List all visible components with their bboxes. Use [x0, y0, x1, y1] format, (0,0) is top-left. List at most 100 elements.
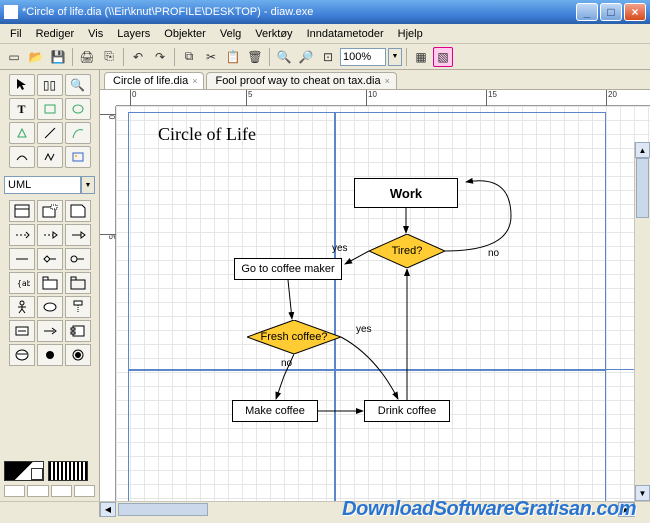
shape-constraint[interactable]: {ab}	[9, 272, 35, 294]
shape-end-state[interactable]	[65, 344, 91, 366]
undo-button[interactable]: ↶	[128, 47, 148, 67]
menu-view[interactable]: Vis	[82, 26, 109, 42]
menu-file[interactable]: Fil	[4, 26, 28, 42]
clipboard-icon: 📋	[226, 50, 241, 64]
window-titlebar: *Circle of life.dia (\\Eir\knut\PROFILE\…	[0, 0, 650, 24]
edge-label-fresh-no: no	[281, 358, 292, 369]
zoom-fit-button[interactable]: ⊡	[318, 47, 338, 67]
shape-object[interactable]	[9, 320, 35, 342]
window-minimize-button[interactable]: _	[576, 3, 598, 21]
zoom-in-button[interactable]: 🔍	[274, 47, 294, 67]
line-style-selector[interactable]	[27, 485, 48, 497]
text-tool[interactable]: T	[9, 98, 35, 120]
magnifier-icon: 🔍	[70, 78, 85, 92]
bezier-tool[interactable]	[65, 122, 91, 144]
shape-aggregation[interactable]	[37, 248, 63, 270]
shape-usecase[interactable]	[37, 296, 63, 318]
print-button[interactable]: 🖨	[77, 47, 97, 67]
new-button[interactable]: ▭	[4, 47, 24, 67]
tab-circle-of-life[interactable]: Circle of life.dia ×	[104, 72, 204, 89]
shape-class[interactable]	[9, 200, 35, 222]
shape-large-package[interactable]	[65, 272, 91, 294]
color-button[interactable]: ▧	[433, 47, 453, 67]
shape-association[interactable]	[9, 248, 35, 270]
tab-fool-proof[interactable]: Fool proof way to cheat on tax.dia ×	[206, 72, 396, 89]
save-button[interactable]: 💾	[48, 47, 68, 67]
window-close-button[interactable]: ×	[624, 3, 646, 21]
box-tool[interactable]	[37, 98, 63, 120]
edge-label-fresh-yes: yes	[356, 324, 372, 335]
node-fresh-coffee[interactable]: Fresh coffee?	[247, 320, 341, 354]
zoom-tool[interactable]: 🔍	[65, 74, 91, 96]
fg-bg-color[interactable]	[4, 461, 44, 481]
menu-tools[interactable]: Verktøy	[249, 26, 298, 42]
arc-tool[interactable]	[9, 146, 35, 168]
shape-actor[interactable]	[9, 296, 35, 318]
undo-icon: ↶	[133, 50, 143, 64]
window-maximize-button[interactable]: □	[600, 3, 622, 21]
tool-panel: ▯▯ 🔍 T UML ▼ {ab}	[0, 70, 100, 501]
scroll-thumb[interactable]	[636, 158, 649, 218]
shape-small-package[interactable]	[37, 272, 63, 294]
edge-label-tired-no: no	[488, 248, 499, 259]
line-pattern[interactable]	[48, 461, 88, 481]
menu-help[interactable]: Hjelp	[392, 26, 429, 42]
menu-select[interactable]: Velg	[214, 26, 247, 42]
diagram-title[interactable]: Circle of Life	[158, 124, 256, 145]
shape-component[interactable]	[65, 320, 91, 342]
menu-input[interactable]: Inndatametoder	[301, 26, 390, 42]
node-goto-coffee-maker[interactable]: Go to coffee maker	[234, 258, 342, 280]
chevron-down-icon: ▼	[81, 176, 95, 194]
diagram-canvas[interactable]: Circle of Life Work Tired? Go to coffee …	[116, 106, 650, 501]
menu-objects[interactable]: Objekter	[158, 26, 212, 42]
shape-category-dropdown[interactable]: UML ▼	[4, 176, 95, 194]
arrow-end-selector[interactable]	[74, 485, 95, 497]
line-tool[interactable]	[37, 122, 63, 144]
vertical-scrollbar[interactable]: ▲ ▼	[634, 142, 650, 501]
ellipse-tool[interactable]	[65, 98, 91, 120]
shape-initial-state[interactable]	[37, 344, 63, 366]
shape-dependency[interactable]	[9, 224, 35, 246]
node-drink-coffee[interactable]: Drink coffee	[364, 400, 450, 422]
zoom-fit-icon: ⊡	[323, 50, 333, 64]
shape-message[interactable]	[37, 320, 63, 342]
copy-button[interactable]: ⧉	[179, 47, 199, 67]
paste-button[interactable]: 📋	[223, 47, 243, 67]
snap-button[interactable]: ▦	[411, 47, 431, 67]
arrow-start-selector[interactable]	[51, 485, 72, 497]
zoom-dropdown[interactable]: ▼	[388, 48, 402, 66]
shape-realizes[interactable]	[37, 224, 63, 246]
shape-state[interactable]	[9, 344, 35, 366]
shape-implements[interactable]	[65, 248, 91, 270]
tab-close-icon[interactable]: ×	[385, 76, 390, 86]
node-work[interactable]: Work	[354, 178, 458, 208]
redo-button[interactable]: ↷	[150, 47, 170, 67]
zigzag-tool[interactable]	[37, 146, 63, 168]
node-tired[interactable]: Tired?	[369, 234, 445, 268]
menu-edit[interactable]: Rediger	[30, 26, 81, 42]
scroll-up-icon[interactable]: ▲	[635, 142, 650, 158]
horizontal-ruler: 0 5 10 15 20	[116, 90, 650, 106]
node-make-coffee[interactable]: Make coffee	[232, 400, 318, 422]
zoom-out-button[interactable]: 🔎	[296, 47, 316, 67]
image-tool[interactable]	[65, 146, 91, 168]
open-button[interactable]: 📂	[26, 47, 46, 67]
export-button[interactable]: ⎘	[99, 47, 119, 67]
scroll-down-icon[interactable]: ▼	[635, 485, 650, 501]
shape-generalization[interactable]	[65, 224, 91, 246]
polygon-tool[interactable]	[9, 122, 35, 144]
zoom-input[interactable]: 100%	[340, 48, 386, 66]
pointer-tool[interactable]	[9, 74, 35, 96]
svg-text:{ab}: {ab}	[17, 279, 30, 288]
scroll-thumb-h[interactable]	[118, 503, 208, 516]
tab-close-icon[interactable]: ×	[192, 76, 197, 86]
shape-lifeline[interactable]	[65, 296, 91, 318]
menu-layers[interactable]: Layers	[111, 26, 156, 42]
scroll-tool[interactable]: ▯▯	[37, 74, 63, 96]
shape-note[interactable]	[65, 200, 91, 222]
shape-template-class[interactable]	[37, 200, 63, 222]
line-width-selector[interactable]	[4, 485, 25, 497]
delete-button[interactable]: 🗑	[245, 47, 265, 67]
scroll-left-icon[interactable]: ◀	[100, 502, 116, 517]
cut-button[interactable]: ✂	[201, 47, 221, 67]
